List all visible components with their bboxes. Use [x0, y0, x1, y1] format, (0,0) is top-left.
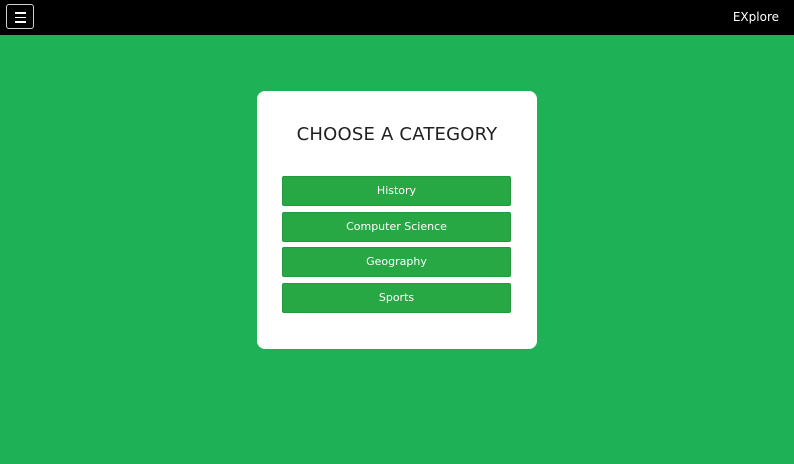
category-button-sports[interactable]: Sports [282, 282, 511, 313]
category-button-computer-science[interactable]: Computer Science [282, 211, 511, 242]
category-card: CHOOSE A CATEGORY History Computer Scien… [257, 91, 537, 349]
card-title: CHOOSE A CATEGORY [296, 124, 498, 145]
category-button-history[interactable]: History [282, 176, 511, 206]
brand-link[interactable]: EXplore [733, 10, 779, 25]
menu-bar-middle [15, 16, 26, 18]
category-list: History Computer Science Geography Sport… [282, 176, 511, 318]
top-navbar: EXplore [0, 0, 794, 35]
category-button-geography[interactable]: Geography [282, 247, 511, 277]
menu-bar-bottom [15, 21, 26, 23]
menu-bar-top [15, 12, 26, 14]
hamburger-menu-icon[interactable] [6, 4, 34, 29]
